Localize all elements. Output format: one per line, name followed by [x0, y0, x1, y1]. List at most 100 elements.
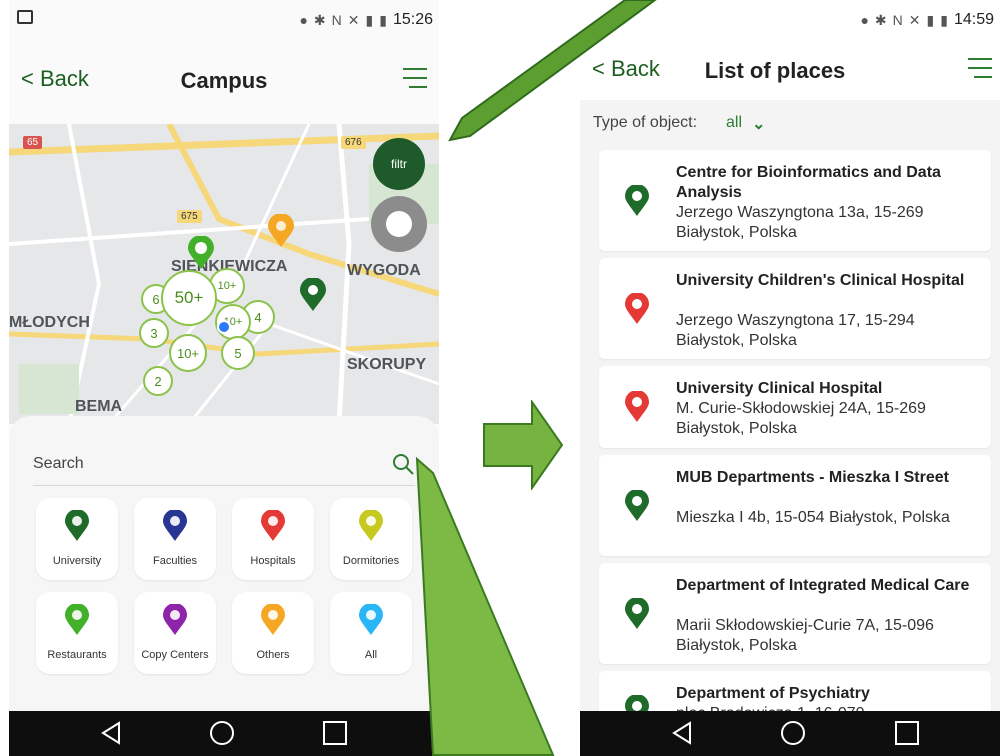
- category-faculties-button[interactable]: Faculties: [134, 498, 216, 580]
- street-label: MŁODYCH: [9, 314, 90, 331]
- filter-value[interactable]: all: [726, 114, 742, 132]
- nav-home-icon: [210, 721, 234, 745]
- search-bar[interactable]: Search: [33, 444, 415, 486]
- place-pin-icon: [625, 598, 649, 629]
- android-nav-bar: [580, 711, 1000, 756]
- hamburger-menu-icon[interactable]: [403, 68, 427, 90]
- filter-button[interactable]: filtr: [373, 138, 425, 190]
- category-label: Faculties: [152, 555, 198, 567]
- category-copy-centers-button[interactable]: Copy Centers: [134, 592, 216, 674]
- street-label: BEMA: [75, 398, 123, 415]
- gallery-notification-icon: [17, 10, 33, 24]
- place-address: Mieszka I 4b, 15-054 Białystok, Polska: [676, 509, 950, 526]
- mute-icon: ✕: [347, 11, 360, 28]
- nav-recents-icon: [323, 721, 347, 745]
- place-card[interactable]: Department of Integrated Medical Care Mar…: [599, 563, 991, 664]
- map-cluster[interactable]: 50+: [161, 270, 217, 326]
- status-bar: ● ✱ N ✕ ▮ ▮ 15:26: [9, 0, 439, 42]
- campus-map-screen: ● ✱ N ✕ ▮ ▮ 15:26 < Back Campus 65 675 6…: [9, 0, 439, 756]
- search-label: Search: [33, 455, 84, 472]
- locate-icon: [386, 211, 412, 237]
- nav-home-icon: [781, 721, 805, 745]
- category-label: Dormitories: [342, 555, 400, 567]
- category-label: Hospitals: [250, 555, 296, 567]
- place-pin-icon: [625, 293, 649, 324]
- pointer-arrow-icon: [415, 456, 555, 756]
- bottom-sheet: Search University Faculties Hospitals Dormi…: [9, 416, 439, 716]
- place-address: Jerzego Waszyngtona 17, 15-294 Białystok…: [676, 312, 915, 349]
- others-pin-icon: [261, 604, 285, 635]
- category-grid: University Faculties Hospitals Dormitories R…: [36, 498, 416, 674]
- place-address: Marii Skłodowskiej-Curie 7A, 15-096 Biał…: [676, 617, 934, 654]
- category-others-button[interactable]: Others: [232, 592, 314, 674]
- nav-recents-icon: [895, 721, 919, 745]
- hospital-pin-icon: [261, 510, 285, 541]
- place-pin-icon: [625, 185, 649, 216]
- nav-back-icon: [101, 721, 120, 745]
- status-time: 15:26: [392, 11, 433, 28]
- university-pin-icon: [65, 510, 89, 541]
- place-card[interactable]: University Clinical Hospital M. Curie-Skł…: [599, 366, 991, 448]
- nfc-icon: N: [331, 12, 342, 28]
- faculties-pin-icon: [163, 510, 187, 541]
- category-label: Copy Centers: [141, 649, 209, 661]
- category-hospitals-button[interactable]: Hospitals: [232, 498, 314, 580]
- mute-icon: ✕: [908, 11, 921, 28]
- map-cluster[interactable]: 5: [221, 336, 255, 370]
- street-label: WYGODA: [347, 262, 421, 279]
- nfc-icon: N: [892, 12, 903, 28]
- restaurant-pin-icon[interactable]: [187, 236, 215, 270]
- battery-icon: ▮: [940, 11, 948, 28]
- app-bar: < Back Campus: [9, 58, 439, 104]
- locate-me-button[interactable]: [371, 196, 427, 252]
- place-pin-icon: [625, 490, 649, 521]
- others-pin-icon[interactable]: [267, 214, 295, 248]
- place-address: M. Curie-Skłodowskiej 24A, 15-269 Białys…: [676, 400, 926, 437]
- place-card[interactable]: University Children's Clinical Hospital J…: [599, 258, 991, 359]
- location-icon: ●: [299, 12, 308, 28]
- university-pin-icon[interactable]: [299, 278, 327, 312]
- location-icon: ●: [860, 12, 869, 28]
- current-location-dot: [217, 320, 231, 334]
- page-title: Campus: [180, 68, 268, 93]
- copy-center-pin-icon: [163, 604, 187, 635]
- signal-icon: ▮: [365, 11, 374, 28]
- place-title: University Children's Clinical Hospital: [676, 272, 965, 289]
- place-card[interactable]: Centre for Bioinformatics and Data Analy…: [599, 150, 991, 251]
- all-pin-icon: [359, 604, 383, 635]
- place-pin-icon: [625, 391, 649, 422]
- pointer-arrow-icon: [448, 0, 657, 142]
- nav-back-icon: [672, 721, 691, 745]
- map-cluster[interactable]: 2: [143, 366, 173, 396]
- category-restaurants-button[interactable]: Restaurants: [36, 592, 118, 674]
- road-tag: 65: [23, 136, 43, 149]
- street-label: SKORUPY: [347, 356, 427, 373]
- chevron-down-icon[interactable]: ⌄: [752, 114, 765, 134]
- category-label: Others: [256, 649, 290, 661]
- category-dormitories-button[interactable]: Dormitories: [330, 498, 412, 580]
- signal-icon: ▮: [926, 11, 935, 28]
- status-time: 14:59: [953, 11, 994, 28]
- place-title: Department of Integrated Medical Care: [676, 577, 970, 594]
- android-nav-bar: [9, 711, 439, 756]
- screenshot-stage: ● ✱ N ✕ ▮ ▮ 15:26 < Back Campus 65 675 6…: [0, 0, 1000, 756]
- restaurant-pin-icon: [65, 604, 89, 635]
- place-title: Department of Psychiatry: [676, 685, 870, 702]
- dormitory-pin-icon: [359, 510, 383, 541]
- hamburger-menu-icon[interactable]: [968, 58, 992, 80]
- place-address: Jerzego Waszyngtona 13a, 15-269 Białysto…: [676, 204, 924, 241]
- map-cluster[interactable]: 10+: [169, 334, 207, 372]
- place-title: University Clinical Hospital: [676, 380, 883, 397]
- category-label: All: [364, 649, 378, 661]
- road-tag: 676: [341, 136, 366, 149]
- map-cluster[interactable]: 3: [139, 318, 169, 348]
- place-card[interactable]: MUB Departments - Mieszka I Street Mieszk…: [599, 455, 991, 556]
- road-tag: 675: [177, 210, 202, 223]
- bluetooth-icon: ✱: [874, 11, 887, 28]
- category-all-button[interactable]: All: [330, 592, 412, 674]
- place-title: Centre for Bioinformatics and Data Analy…: [676, 164, 941, 201]
- campus-map[interactable]: 65 675 676 SIENKIEWICZA WYGODA MŁODYCH S…: [9, 124, 439, 424]
- battery-icon: ▮: [379, 11, 387, 28]
- category-university-button[interactable]: University: [36, 498, 118, 580]
- category-label: Restaurants: [47, 649, 107, 661]
